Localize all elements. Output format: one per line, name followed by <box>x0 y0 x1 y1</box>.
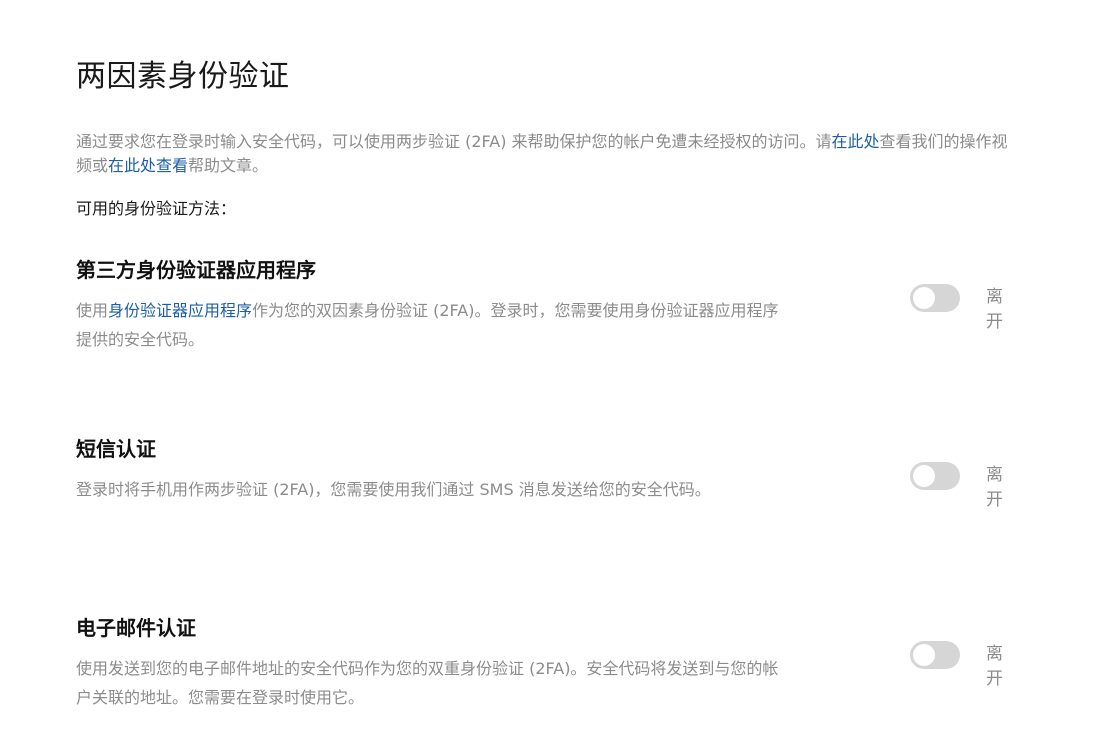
method-title: 短信认证 <box>76 437 156 461</box>
method-description: 使用身份验证器应用程序作为您的双因素身份验证 (2FA)。登录时，您需要使用身份… <box>76 296 786 354</box>
video-here-link[interactable]: 在此处 <box>832 132 880 151</box>
methods-label: 可用的身份验证方法： <box>76 199 237 218</box>
email-state: 离开 <box>986 644 1003 689</box>
help-article-link[interactable]: 在此处查看 <box>108 156 188 175</box>
sms-toggle[interactable] <box>910 462 960 490</box>
method-description: 登录时将手机用作两步验证 (2FA)，您需要使用我们通过 SMS 消息发送给您的… <box>76 480 711 499</box>
intro-text: 通过要求您在登录时输入安全代码，可以使用两步验证 (2FA) 来帮助保护您的帐户… <box>76 130 1021 178</box>
email-toggle[interactable] <box>910 641 960 669</box>
method-title: 第三方身份验证器应用程序 <box>76 258 316 282</box>
intro-text-part1: 通过要求您在登录时输入安全代码，可以使用两步验证 (2FA) 来帮助保护您的帐户… <box>76 132 832 151</box>
method-desc-before: 使用 <box>76 301 109 320</box>
authenticator-app-toggle[interactable] <box>910 284 960 312</box>
page-title: 两因素身份验证 <box>76 59 290 94</box>
method-authenticator-app: 第三方身份验证器应用程序 使用身份验证器应用程序作为您的双因素身份验证 (2FA… <box>76 256 1076 354</box>
authenticator-app-state: 离开 <box>986 287 1003 332</box>
authenticator-app-link[interactable]: 身份验证器应用程序 <box>108 301 252 320</box>
intro-text-part3: 帮助文章。 <box>188 156 269 175</box>
sms-state: 离开 <box>986 465 1003 510</box>
toggle-knob <box>913 287 935 309</box>
method-description: 使用发送到您的电子邮件地址的安全代码作为您的双重身份验证 (2FA)。安全代码将… <box>76 659 779 707</box>
toggle-knob <box>913 465 935 487</box>
toggle-knob <box>913 644 935 666</box>
method-title: 电子邮件认证 <box>76 616 196 640</box>
method-sms: 短信认证 登录时将手机用作两步验证 (2FA)，您需要使用我们通过 SMS 消息… <box>76 435 1076 510</box>
method-email: 电子邮件认证 使用发送到您的电子邮件地址的安全代码作为您的双重身份验证 (2FA… <box>76 614 1076 712</box>
